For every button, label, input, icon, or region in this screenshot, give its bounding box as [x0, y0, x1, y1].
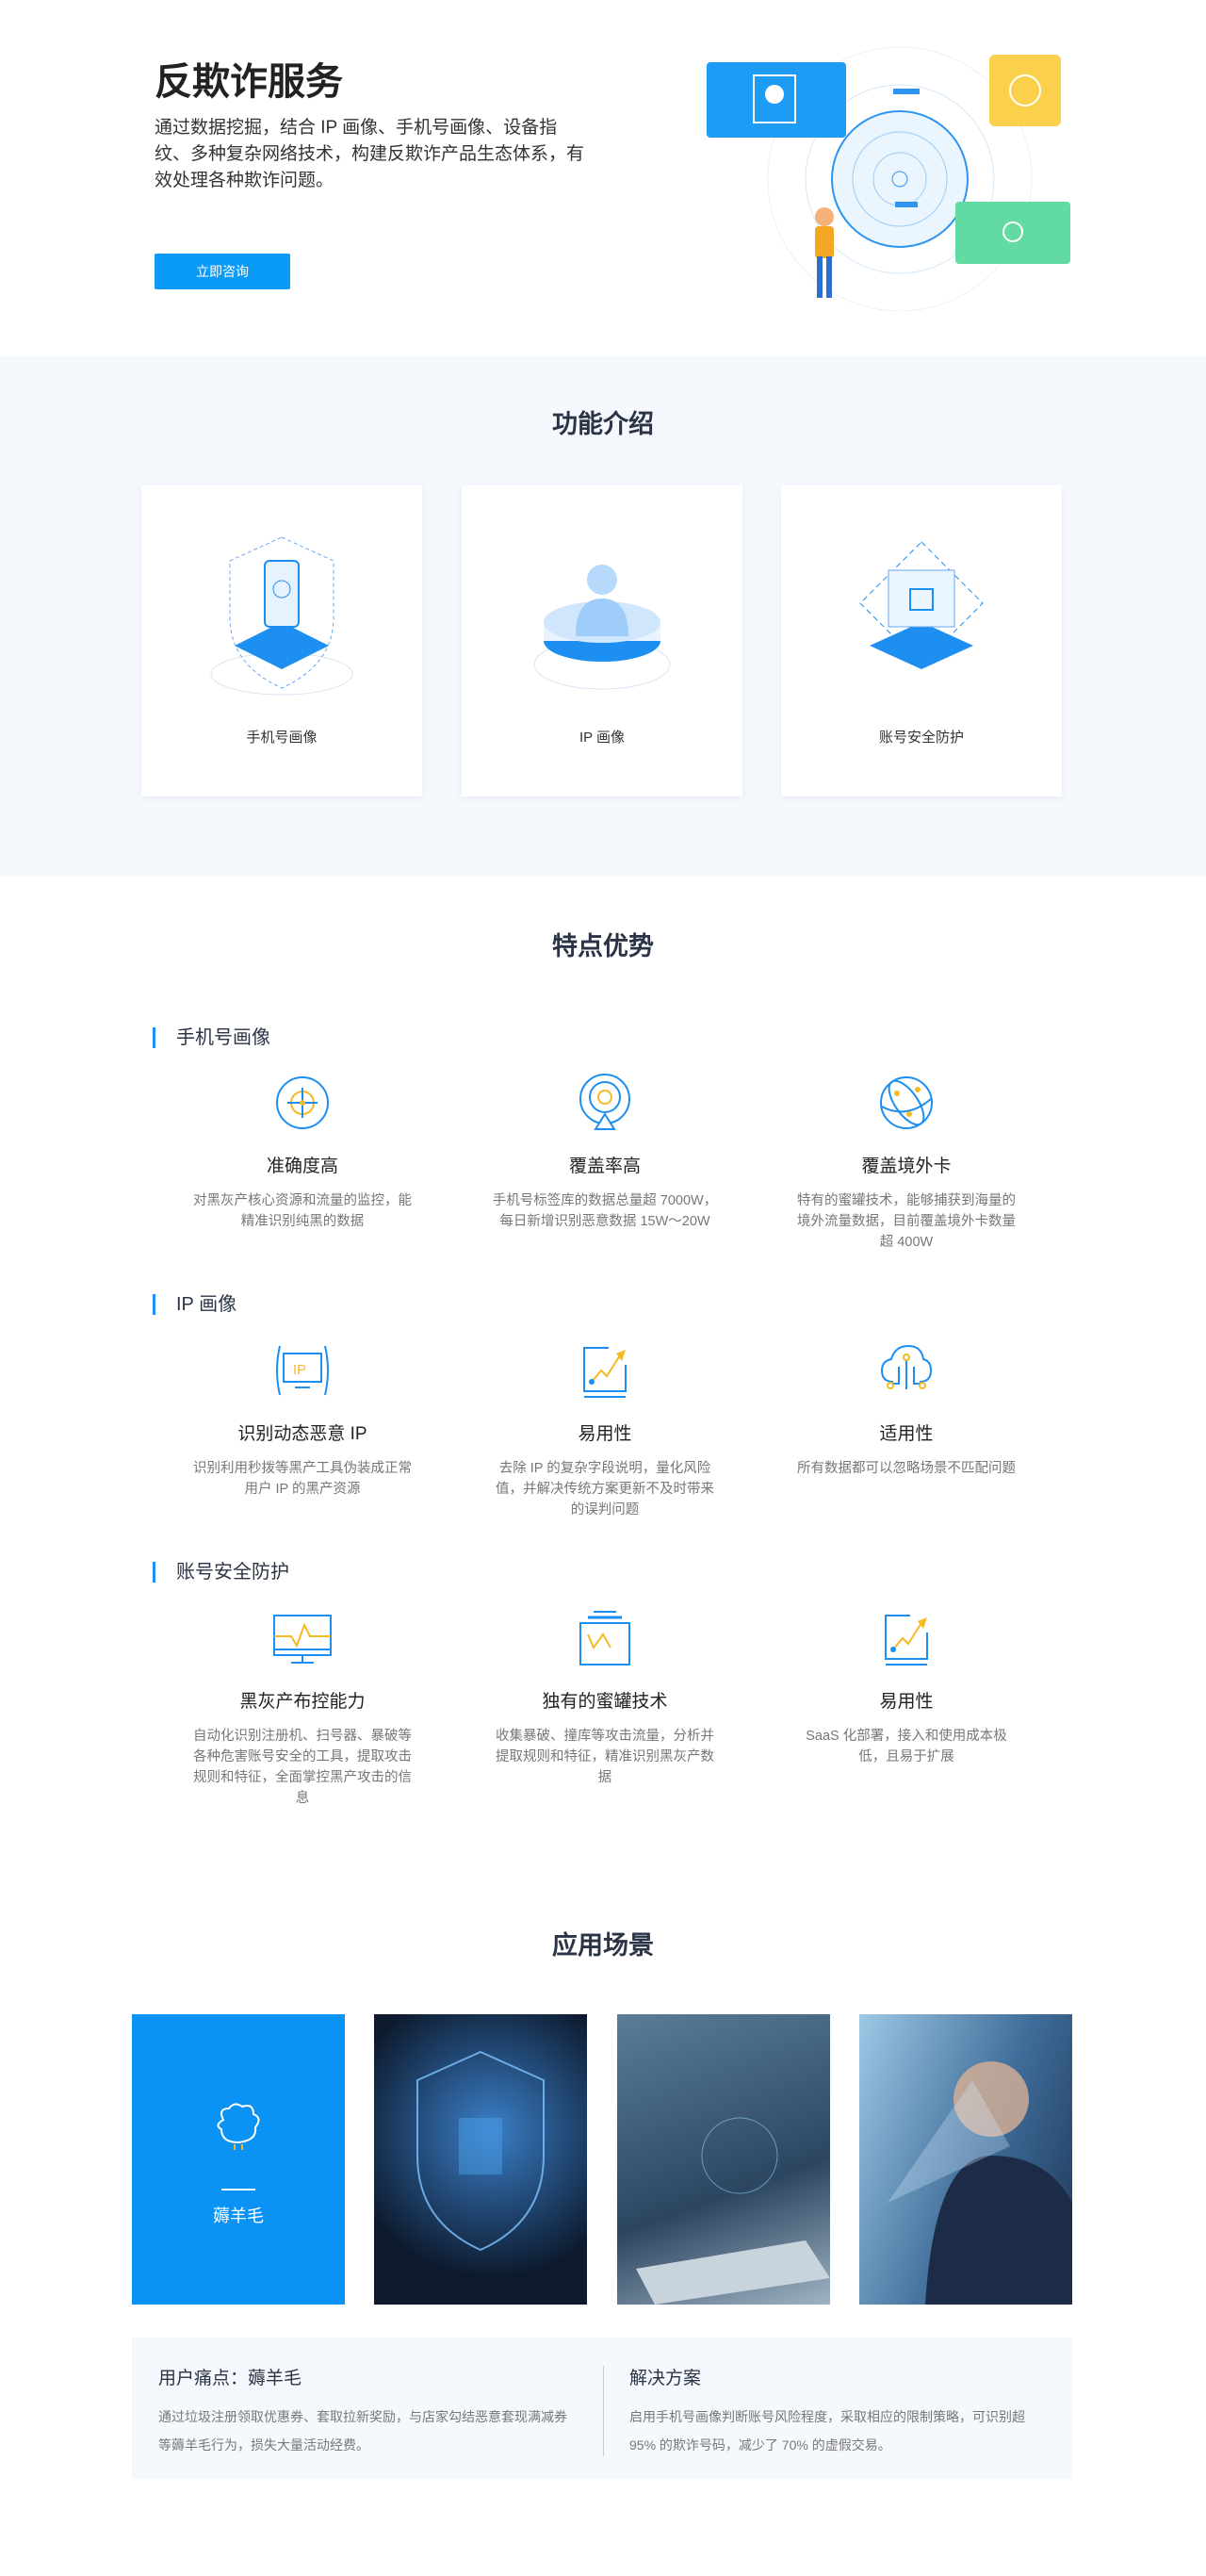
- function-card-phone[interactable]: 手机号画像: [141, 485, 422, 796]
- feature-title: 适用性: [879, 1424, 934, 1444]
- feature-desc: 去除 IP 的复杂字段说明，量化风险值，并解决传统方案更新不及时带来的误判问题: [496, 1461, 714, 1518]
- solution-column: 解决方案 启用手机号画像判断账号风险程度，采取相应的限制策略，可识别超 95% …: [629, 2364, 1044, 2459]
- function-card-label: 手机号画像: [246, 730, 318, 746]
- group-title: 手机号画像: [153, 1027, 270, 1048]
- group-title: IP 画像: [153, 1294, 236, 1315]
- scene-info-box: 用户痛点：薅羊毛 通过垃圾注册领取优惠券、套取拉新奖励，与店家勾结恶意套现满减券…: [132, 2338, 1072, 2479]
- feature-desc: 自动化识别注册机、扫号器、暴破等各种危害账号安全的工具，提取攻击规则和特征，全面…: [193, 1729, 412, 1806]
- face-scan-icon: [888, 2061, 1072, 2305]
- svg-text:IP: IP: [293, 1362, 306, 1378]
- scene-card-active[interactable]: 薅羊毛: [132, 2014, 345, 2305]
- feature-title: 覆盖率高: [568, 1157, 641, 1176]
- feature-title: 识别动态恶意 IP: [237, 1424, 367, 1444]
- face-recognition-image[interactable]: [859, 2014, 1072, 2305]
- feature-item: 黑灰产布控能力 自动化识别注册机、扫号器、暴破等各种危害账号安全的工具，提取攻击…: [161, 1608, 444, 1809]
- honeypot-icon: [579, 1611, 630, 1665]
- feature-item: 覆盖境外卡 特有的蜜罐技术，能够捕获到海量的境外流量数据，目前覆盖境外卡数量超 …: [765, 1073, 1048, 1253]
- account-security-icon: [859, 541, 984, 669]
- feature-item: 覆盖率高 手机号标签库的数据总量超 7000W，每日新增识别恶意数据 15W～2…: [464, 1073, 746, 1232]
- functions-title: 功能介绍: [552, 410, 654, 438]
- shield-image-icon: [416, 2050, 545, 2252]
- globe-icon: [880, 1076, 933, 1129]
- pain-point-desc: 通过垃圾注册领取优惠券、套取拉新奖励，与店家勾结恶意套现满减券等薅羊毛行为，损失…: [158, 2409, 567, 2453]
- feature-item: 准确度高 对黑灰产核心资源和流量的监控，能精准识别纯黑的数据: [161, 1073, 444, 1232]
- feature-title: 黑灰产布控能力: [239, 1692, 366, 1712]
- radar-icon: [579, 1074, 630, 1130]
- solution-desc: 启用手机号画像判断账号风险程度，采取相应的限制策略，可识别超 95% 的欺诈号码…: [629, 2409, 1025, 2453]
- feature-title: 易用性: [879, 1692, 934, 1712]
- page-title: 反欺诈服务: [155, 61, 343, 103]
- feature-desc: 收集暴破、撞库等攻击流量，分析并提取规则和特征，精准识别黑灰产数据: [496, 1729, 714, 1785]
- divider: [221, 2189, 255, 2190]
- group-title: 账号安全防护: [153, 1562, 289, 1583]
- feature-desc: 对黑灰产核心资源和流量的监控，能精准识别纯黑的数据: [193, 1193, 412, 1229]
- feature-desc: 特有的蜜罐技术，能够捕获到海量的境外流量数据，目前覆盖境外卡数量超 400W: [797, 1193, 1016, 1250]
- anti-fraud-illustration-icon: [707, 46, 1070, 311]
- feature-item: 适用性 所有数据都可以忽略场景不匹配问题: [765, 1340, 1048, 1479]
- advantages-title: 特点优势: [552, 932, 654, 960]
- feature-desc: SaaS 化部署，接入和使用成本极低，且易于扩展: [806, 1729, 1007, 1764]
- target-icon: [276, 1076, 329, 1129]
- feature-title: 易用性: [578, 1424, 632, 1444]
- trend-chart-icon: [583, 1347, 627, 1398]
- feature-desc: 手机号标签库的数据总量超 7000W，每日新增识别恶意数据 15W～20W: [492, 1193, 718, 1229]
- ip-monitor-icon: IP: [276, 1345, 329, 1396]
- pain-point-column: 用户痛点：薅羊毛 通过垃圾注册领取优惠券、套取拉新奖励，与店家勾结恶意套现满减券…: [158, 2364, 573, 2459]
- consult-button[interactable]: 立即咨询: [155, 254, 290, 289]
- feature-item: 易用性 去除 IP 的复杂字段说明，量化风险值，并解决传统方案更新不及时带来的误…: [464, 1340, 746, 1520]
- function-card-account[interactable]: 账号安全防护: [781, 485, 1062, 796]
- hero-description: 通过数据挖掘，结合 IP 画像、手机号画像、设备指纹、多种复杂网络技术，构建反欺…: [155, 118, 585, 190]
- feature-item: 独有的蜜罐技术 收集暴破、撞库等攻击流量，分析并提取规则和特征，精准识别黑灰产数…: [464, 1608, 746, 1788]
- laptop-image[interactable]: [617, 2014, 830, 2305]
- sheep-icon: [217, 2103, 260, 2150]
- feature-title: 准确度高: [266, 1157, 338, 1176]
- ip-user-icon: [533, 565, 671, 690]
- feature-item: IP 识别动态恶意 IP 识别利用秒拨等黑产工具伪装成正常用户 IP 的黑产资源: [161, 1340, 444, 1500]
- function-card-label: 账号安全防护: [878, 730, 964, 746]
- feature-desc: 所有数据都可以忽略场景不匹配问题: [797, 1461, 1016, 1476]
- solution-title: 解决方案: [629, 2369, 702, 2388]
- function-card-label: IP 画像: [579, 730, 626, 746]
- laptop-image-icon: [636, 2117, 830, 2305]
- scenes-title: 应用场景: [552, 1931, 654, 1960]
- trend-chart-icon: [885, 1615, 928, 1665]
- divider: [603, 2366, 604, 2456]
- feature-desc: 识别利用秒拨等黑产工具伪装成正常用户 IP 的黑产资源: [193, 1461, 412, 1497]
- function-card-ip[interactable]: IP 画像: [462, 485, 742, 796]
- security-shield-image[interactable]: [374, 2014, 587, 2305]
- cloud-network-icon: [880, 1344, 933, 1389]
- feature-title: 独有的蜜罐技术: [542, 1692, 668, 1712]
- scene-label: 薅羊毛: [213, 2207, 264, 2225]
- pain-point-title: 用户痛点：薅羊毛: [158, 2369, 302, 2388]
- phone-shield-icon: [210, 536, 353, 696]
- feature-title: 覆盖境外卡: [861, 1157, 952, 1176]
- monitor-pulse-icon: [273, 1615, 332, 1664]
- feature-item: 易用性 SaaS 化部署，接入和使用成本极低，且易于扩展: [765, 1608, 1048, 1767]
